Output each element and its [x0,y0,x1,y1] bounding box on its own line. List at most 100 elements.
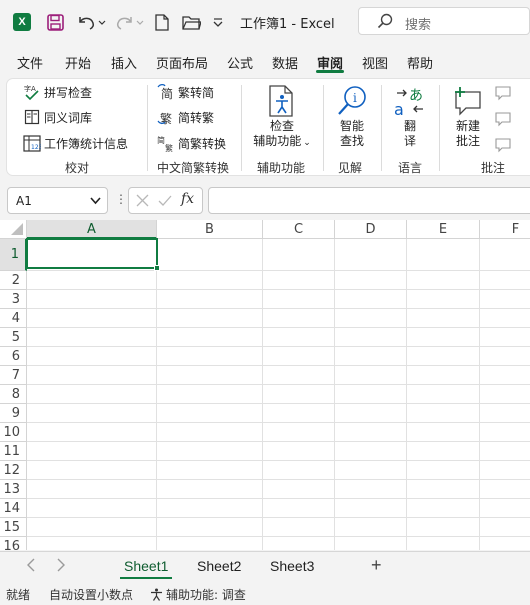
enter-icon[interactable] [158,194,172,210]
chinese-conversion-icon: 简繁 [157,134,175,152]
row-header-1[interactable]: 1 [0,239,27,271]
tab-formulas[interactable]: 公式 [227,53,253,72]
ribbon-panel: 字A 拼写检查 同义词库 123 工作簿统计信息 校对 简 繁转简 繁 简转繁 … [6,78,530,176]
row-header-11[interactable]: 11 [0,442,27,461]
gridline [27,403,530,404]
status-bar: 就绪 自动设置小数点 辅助功能: 调查 [0,582,530,605]
row-header-16[interactable]: 16 [0,537,27,550]
group-separator [323,85,324,171]
tab-insert[interactable]: 插入 [111,53,137,72]
spell-check-button[interactable]: 字A 拼写检查 [23,83,92,101]
tab-help[interactable]: 帮助 [407,53,433,72]
row-header-9[interactable]: 9 [0,404,27,423]
row-header-2[interactable]: 2 [0,271,27,290]
row-header-12[interactable]: 12 [0,461,27,480]
tab-view[interactable]: 视图 [362,53,388,72]
thesaurus-icon [23,108,41,126]
column-header-d[interactable]: D [335,220,407,239]
sheet-tab-2[interactable]: Sheet2 [197,558,241,574]
chinese-conversion-button[interactable]: 简繁 简繁转换 [157,134,226,152]
sheet-tab-3[interactable]: Sheet3 [270,558,314,574]
redo-icon[interactable] [113,12,147,32]
active-cell[interactable] [26,238,158,269]
gridline [27,460,530,461]
new-file-icon[interactable] [152,12,172,32]
status-ready: 就绪 [6,588,31,602]
row-header-13[interactable]: 13 [0,480,27,499]
row-header-14[interactable]: 14 [0,499,27,518]
sheet-tab-1[interactable]: Sheet1 [124,558,168,574]
name-box[interactable]: A1 [7,187,108,214]
search-placeholder: 搜索 [405,18,432,33]
formula-input[interactable] [208,187,530,214]
active-sheet-indicator [120,577,172,579]
status-auto-decimal[interactable]: 自动设置小数点 [49,586,133,603]
row-header-7[interactable]: 7 [0,366,27,385]
check-accessibility-button[interactable]: 检查 辅助功能 ⌄ [247,84,317,151]
open-folder-icon[interactable] [180,12,202,32]
chevron-down-icon [90,195,101,209]
workbook-statistics-button[interactable]: 123 工作簿统计信息 [23,134,128,152]
worksheet-grid[interactable]: A B C D E F 1 2 3 4 5 6 7 8 9 10 11 12 1… [0,220,530,550]
translate-icon: aあ [393,84,427,118]
add-sheet-button[interactable]: + [371,555,382,576]
formula-bar-options[interactable]: ⋮ [115,192,127,206]
window-title: 工作簿1 - Excel [240,17,335,32]
excel-logo-icon: X [12,12,32,32]
simplified-to-traditional-button[interactable]: 繁 简转繁 [157,108,214,126]
gridline [27,517,530,518]
row-header-8[interactable]: 8 [0,385,27,404]
svg-text:a: a [394,100,404,117]
svg-text:あ: あ [409,88,423,104]
previous-comment-icon[interactable] [495,111,511,127]
row-header-6[interactable]: 6 [0,347,27,366]
ribbon-tabs: 文件 开始 插入 页面布局 公式 数据 审阅 视图 帮助 [0,44,530,78]
tab-page-layout[interactable]: 页面布局 [156,53,208,72]
row-header-3[interactable]: 3 [0,290,27,309]
scroll-sheets-right-icon[interactable] [56,558,66,576]
column-header-b[interactable]: B [157,220,263,239]
scroll-sheets-left-icon[interactable] [26,558,36,576]
translate-button[interactable]: aあ 翻 译 [387,84,433,149]
row-header-15[interactable]: 15 [0,518,27,537]
traditional-to-simplified-button[interactable]: 简 繁转简 [157,83,214,101]
gridline [27,365,530,366]
gridline [27,289,530,290]
row-header-5[interactable]: 5 [0,328,27,347]
sheet-tab-bar: Sheet1 Sheet2 Sheet3 + [0,551,530,582]
traditional-to-simplified-icon: 简 [157,83,175,101]
column-header-c[interactable]: C [263,220,335,239]
row-header-4[interactable]: 4 [0,309,27,328]
cancel-icon[interactable] [136,194,149,210]
new-comment-button[interactable]: 新建 批注 [445,84,491,149]
group-separator [381,85,382,171]
gridline [27,270,530,271]
column-header-f[interactable]: F [480,220,530,239]
select-all-corner[interactable] [0,220,27,239]
new-comment-icon [451,84,485,118]
column-header-e[interactable]: E [407,220,480,239]
next-comment-icon[interactable] [495,137,511,153]
save-icon[interactable] [44,12,66,32]
smart-lookup-button[interactable]: i 智能 查找 [329,84,375,149]
gridline [27,536,530,537]
fill-handle[interactable] [154,265,160,271]
insert-function-icon[interactable]: fx [181,191,194,207]
gridline [27,441,530,442]
row-header-10[interactable]: 10 [0,423,27,442]
accessibility-icon [265,84,299,118]
tab-home[interactable]: 开始 [65,53,91,72]
tab-file[interactable]: 文件 [17,53,43,72]
delete-comment-icon[interactable] [495,85,511,101]
gridline [334,239,335,550]
tab-data[interactable]: 数据 [272,53,298,72]
thesaurus-button[interactable]: 同义词库 [23,108,92,126]
search-box[interactable]: 搜索 [358,7,530,35]
column-header-a[interactable]: A [27,220,157,239]
group-label-chinese-conversion: 中文简繁转换 [157,161,230,175]
svg-text:简: 简 [161,87,173,101]
status-accessibility[interactable]: 辅助功能: 调查 [150,586,246,604]
gridline [27,308,530,309]
customize-toolbar-icon[interactable] [210,12,226,32]
undo-icon[interactable] [74,12,108,32]
